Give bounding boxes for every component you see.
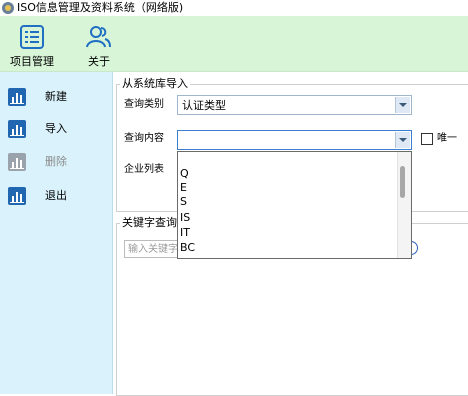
- dropdown-option[interactable]: IS: [180, 212, 190, 224]
- category-label: 查询类别: [124, 99, 164, 110]
- dropdown-option[interactable]: IT: [180, 227, 190, 239]
- sidebar-item-import[interactable]: 导入: [0, 117, 110, 143]
- content-select[interactable]: [177, 130, 412, 150]
- category-value: 认证类型: [182, 99, 226, 112]
- import-group-title: 从系统库导入: [120, 77, 190, 90]
- sidebar-item-delete: 删除: [0, 150, 110, 176]
- chart-icon: [8, 120, 26, 138]
- chevron-down-icon[interactable]: [395, 97, 410, 113]
- app-logo-icon: [2, 2, 14, 14]
- chart-icon: [8, 153, 26, 171]
- list-icon: [20, 25, 44, 49]
- project-management-button[interactable]: 项目管理: [6, 20, 58, 68]
- chart-icon: [8, 88, 26, 106]
- company-list-label: 企业列表: [124, 164, 164, 175]
- chart-icon: [8, 187, 26, 205]
- dropdown-scrollbar[interactable]: [397, 152, 411, 258]
- sidebar-item-new[interactable]: 新建: [0, 85, 110, 111]
- category-select[interactable]: 认证类型: [177, 95, 412, 115]
- about-button[interactable]: 关于: [82, 20, 116, 68]
- sidebar-item-label: 退出: [45, 189, 67, 202]
- users-icon: [86, 26, 111, 48]
- sidebar-item-label: 新建: [45, 90, 67, 103]
- dropdown-option[interactable]: E: [180, 182, 187, 194]
- title-bar: ISO信息管理及资料系统（网络版): [0, 0, 468, 16]
- chevron-down-icon[interactable]: [395, 132, 410, 148]
- content-dropdown-list[interactable]: Q E S IS IT BC: [177, 151, 412, 259]
- window-title: ISO信息管理及资料系统（网络版): [17, 1, 184, 14]
- sidebar-item-label: 导入: [45, 122, 67, 135]
- dropdown-option[interactable]: Q: [180, 168, 189, 180]
- sidebar-item-exit[interactable]: 退出: [0, 184, 110, 210]
- project-management-label: 项目管理: [10, 55, 54, 68]
- dropdown-option[interactable]: S: [180, 196, 187, 208]
- dropdown-option[interactable]: BC: [180, 242, 195, 254]
- unique-checkbox[interactable]: [421, 133, 433, 145]
- sidebar-item-label: 删除: [45, 155, 67, 168]
- unique-label: 唯一: [437, 133, 457, 144]
- about-label: 关于: [88, 55, 110, 68]
- content-label: 查询内容: [124, 133, 164, 144]
- main-toolbar: 项目管理 关于: [0, 16, 468, 72]
- keyword-group-title: 关键字查询: [120, 216, 179, 229]
- sidebar: 新建 导入 删除 退出: [0, 72, 113, 394]
- scrollbar-thumb[interactable]: [400, 166, 405, 198]
